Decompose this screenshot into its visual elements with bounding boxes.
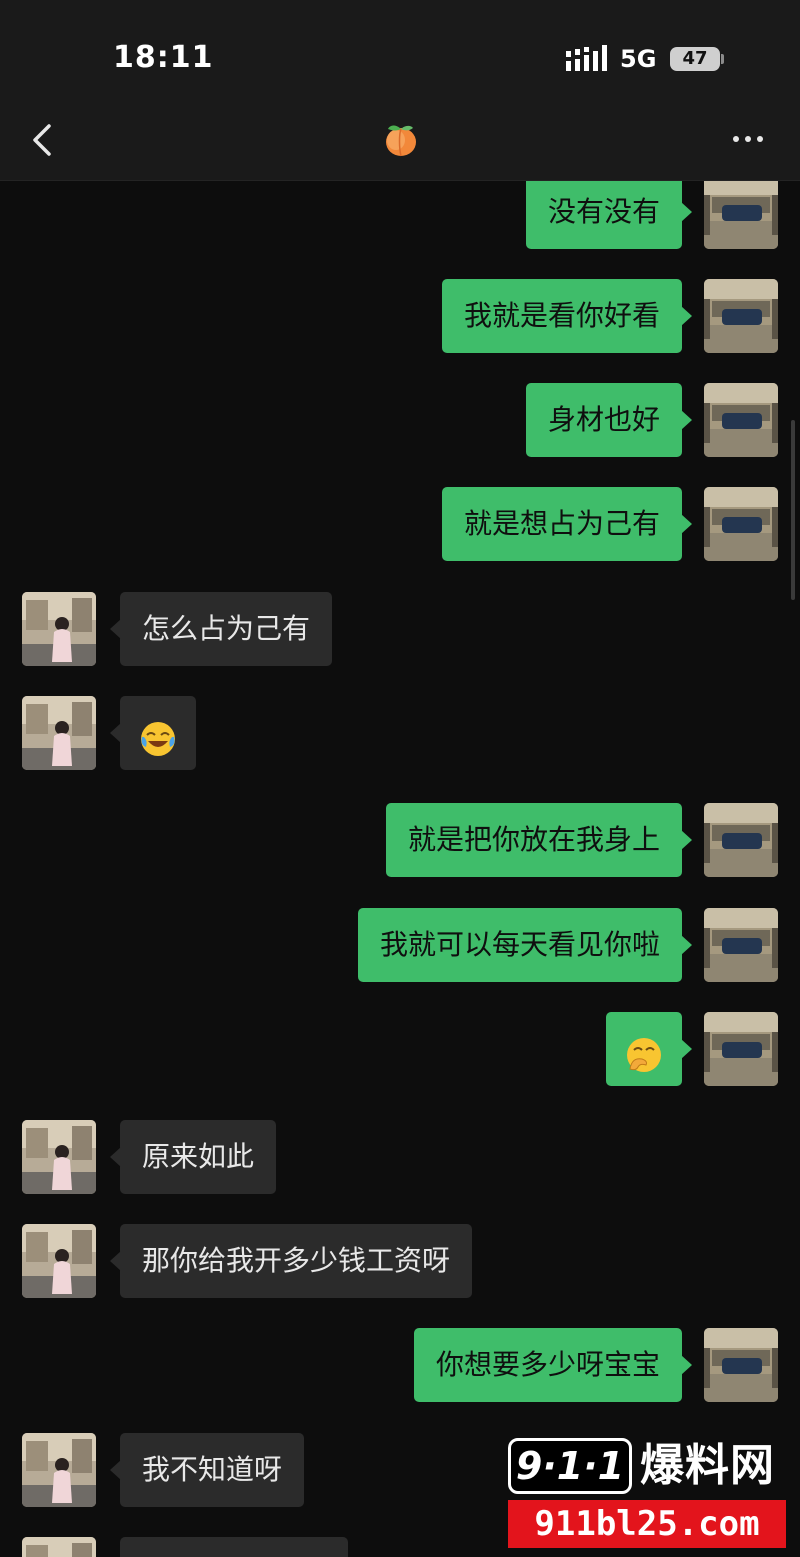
message-bubble[interactable]: 我就可以每天看见你啦 xyxy=(357,908,693,982)
contact-avatar-image xyxy=(22,592,96,666)
hand-over-mouth-emoji-icon xyxy=(627,1038,661,1072)
avatar[interactable] xyxy=(704,181,778,249)
message-bubble[interactable]: 那你给我开多少钱工资呀 xyxy=(109,1224,473,1298)
self-avatar-image xyxy=(704,487,778,561)
avatar[interactable] xyxy=(704,1012,778,1086)
avatar[interactable] xyxy=(704,803,778,877)
battery-level: 47 xyxy=(682,48,708,69)
watermark-url: 911bl25.com xyxy=(508,1500,786,1548)
message-list[interactable]: 没有没有 我就是看你好看 身材也好 就是想占为己有 怎么占为己有 就是把你放在我… xyxy=(0,181,800,1557)
self-avatar-image xyxy=(704,181,778,249)
avatar[interactable] xyxy=(22,1120,96,1194)
message-bubble[interactable]: 我就是看你好看 xyxy=(441,279,693,353)
status-bar: 18:11 5G 47 xyxy=(0,0,800,110)
signal-icon xyxy=(566,45,607,71)
contact-avatar-image xyxy=(22,1537,96,1557)
watermark-badge: 9·1·1 xyxy=(508,1438,632,1494)
status-time: 18:11 xyxy=(113,40,214,75)
message-bubble[interactable] xyxy=(110,696,196,770)
avatar[interactable] xyxy=(22,696,96,770)
contact-avatar-image xyxy=(22,1224,96,1298)
laughing-crying-emoji-icon xyxy=(141,722,175,756)
watermark-name: 爆料网 xyxy=(640,1440,775,1491)
chat-header xyxy=(0,110,800,181)
contact-avatar-image xyxy=(22,1120,96,1194)
battery-tip xyxy=(721,54,724,64)
message-bubble[interactable]: 没有没有 xyxy=(525,181,693,249)
message-bubble[interactable]: 我不知道呀 xyxy=(109,1433,305,1507)
contact-avatar-image xyxy=(22,696,96,770)
scrollbar[interactable] xyxy=(791,420,795,600)
avatar[interactable] xyxy=(22,1224,96,1298)
message-bubble[interactable]: 原来如此 xyxy=(109,1120,277,1194)
more-dots-icon[interactable] xyxy=(728,124,768,154)
message-bubble[interactable]: 身材也好 xyxy=(525,383,693,457)
avatar[interactable] xyxy=(22,1433,96,1507)
avatar[interactable] xyxy=(704,1328,778,1402)
avatar[interactable] xyxy=(22,1537,96,1557)
avatar[interactable] xyxy=(22,592,96,666)
message-bubble[interactable]: 就是想占为己有 xyxy=(441,487,693,561)
message-bubble[interactable] xyxy=(606,1012,692,1086)
self-avatar-image xyxy=(704,908,778,982)
self-avatar-image xyxy=(704,279,778,353)
message-bubble[interactable]: 你想要多少呀宝宝 xyxy=(413,1328,693,1402)
message-bubble[interactable]: 就是把你放在我身上 xyxy=(385,803,693,877)
network-type: 5G xyxy=(620,45,657,73)
avatar[interactable] xyxy=(704,383,778,457)
self-avatar-image xyxy=(704,1328,778,1402)
self-avatar-image xyxy=(704,383,778,457)
self-avatar-image xyxy=(704,803,778,877)
avatar[interactable] xyxy=(704,487,778,561)
peach-emoji-icon xyxy=(386,125,416,157)
avatar[interactable] xyxy=(704,908,778,982)
watermark-logo: 9·1·1 爆料网 xyxy=(508,1438,786,1496)
avatar[interactable] xyxy=(704,279,778,353)
message-bubble[interactable]: 怎么占为己有 xyxy=(109,592,333,666)
chevron-left-icon[interactable] xyxy=(24,120,64,160)
message-bubble[interactable] xyxy=(120,1537,348,1557)
contact-avatar-image xyxy=(22,1433,96,1507)
battery-icon: 47 xyxy=(670,47,720,71)
self-avatar-image xyxy=(704,1012,778,1086)
